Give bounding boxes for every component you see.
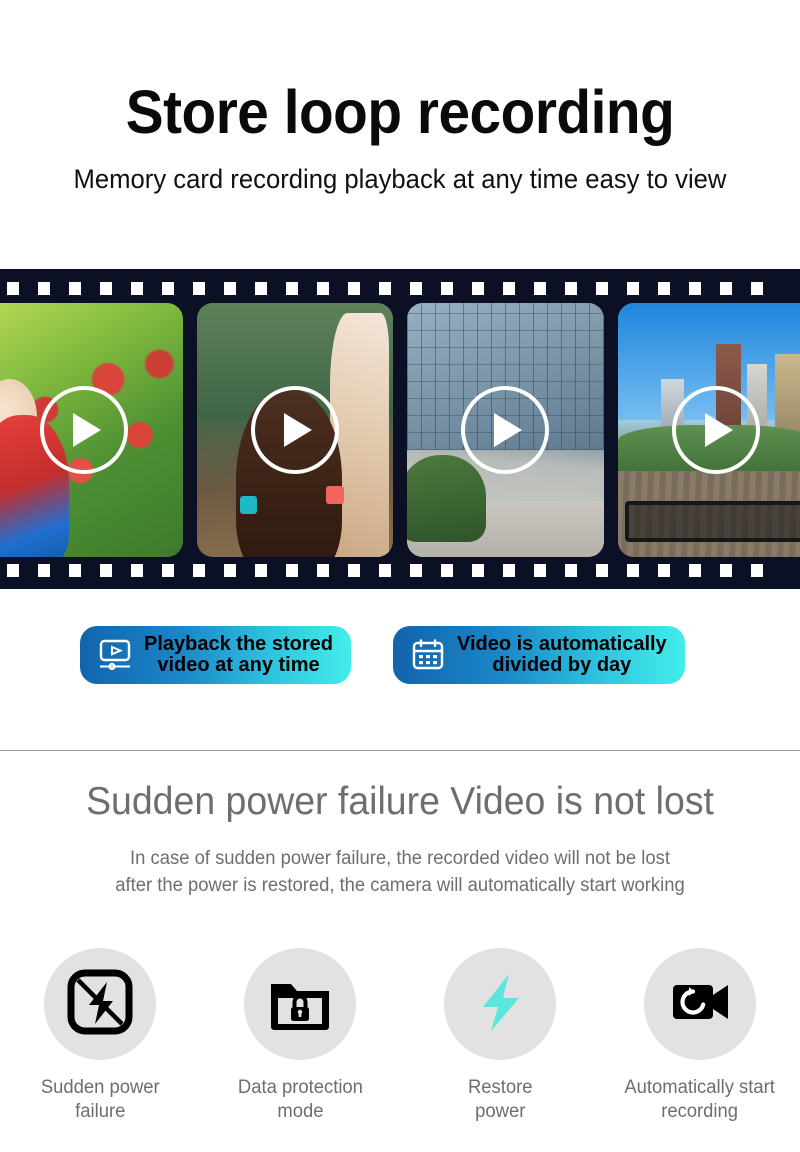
- sprocket-hole: [131, 563, 143, 577]
- feature-sudden-power-failure[interactable]: Sudden power failure: [0, 948, 200, 1124]
- sprocket-hole: [38, 281, 50, 295]
- filmstrip: [0, 269, 800, 589]
- sprocket-hole: [162, 281, 174, 295]
- video-thumbnail-1[interactable]: [0, 303, 183, 557]
- feature-automatically-start-recording[interactable]: Automatically start recording: [600, 948, 800, 1124]
- sprocket-hole: [348, 281, 360, 295]
- sprocket-hole: [565, 281, 577, 295]
- feature-label: Data protection mode: [237, 1077, 363, 1122]
- sprocket-hole: [441, 281, 453, 295]
- sprocket-hole: [286, 281, 298, 295]
- sprocket-hole: [224, 281, 236, 295]
- sprocket-hole: [751, 281, 763, 295]
- no-power-icon: [65, 967, 135, 1042]
- hair-tie-shape: [326, 485, 344, 504]
- sprocket-hole: [658, 281, 670, 295]
- sprocket-hole: [689, 563, 701, 577]
- sprocket-hole: [596, 563, 608, 577]
- hair-tie-shape: [239, 496, 258, 514]
- sprocket-hole: [162, 563, 174, 577]
- folder-lock-icon: [265, 967, 335, 1042]
- building-shape: [774, 353, 800, 436]
- sprocket-hole: [596, 281, 608, 295]
- shrub-shape: [407, 455, 486, 542]
- sprocket-hole: [410, 563, 422, 577]
- video-thumbnail-3[interactable]: [407, 303, 604, 557]
- sprocket-hole: [224, 563, 236, 577]
- sprocket-hole: [317, 563, 329, 577]
- sprocket-hole: [69, 563, 81, 577]
- play-icon[interactable]: [40, 386, 129, 474]
- icon-circle: [644, 948, 756, 1060]
- sprocket-row-top: [0, 276, 800, 300]
- sprocket-hole: [255, 281, 267, 295]
- sprocket-hole: [720, 281, 732, 295]
- sprocket-hole: [503, 563, 515, 577]
- sprocket-hole: [720, 563, 732, 577]
- sprocket-hole: [627, 563, 639, 577]
- sprocket-hole: [565, 563, 577, 577]
- feature-label: Restore power: [467, 1077, 533, 1122]
- sprocket-hole: [7, 563, 19, 577]
- sprocket-hole: [627, 281, 639, 295]
- page-subtitle: Memory card recording playback at any ti…: [73, 164, 727, 194]
- sprocket-hole: [503, 281, 515, 295]
- hero-section: Store loop recording Memory card recordi…: [0, 0, 800, 195]
- camera-restart-icon: [665, 967, 735, 1042]
- badge-label: Video is automatically divided by day: [456, 632, 667, 676]
- monitor-play-icon: [98, 639, 132, 671]
- play-icon[interactable]: [671, 386, 760, 474]
- feature-restore-power[interactable]: Restore power: [400, 948, 600, 1124]
- sprocket-hole: [7, 281, 19, 295]
- sprocket-hole: [751, 563, 763, 577]
- child-face-shape: [0, 379, 38, 456]
- sprocket-hole: [317, 281, 329, 295]
- feature-icon-row: Sudden power failure Data protection mod…: [0, 948, 800, 1124]
- feature-data-protection-mode[interactable]: Data protection mode: [200, 948, 400, 1124]
- sprocket-hole: [379, 563, 391, 577]
- sprocket-hole: [193, 563, 205, 577]
- railing-shape: [625, 501, 800, 542]
- sprocket-hole: [286, 563, 298, 577]
- sprocket-hole: [38, 563, 50, 577]
- icon-circle: [244, 948, 356, 1060]
- feature-badge-row: Playback the stored video at any time Vi…: [0, 626, 800, 684]
- calendar-icon: [411, 639, 445, 671]
- power-failure-section: Sudden power failure Video is not lost I…: [0, 780, 800, 900]
- video-thumbnail-2[interactable]: [196, 303, 393, 557]
- badge-auto-divided-by-day[interactable]: Video is automatically divided by day: [392, 626, 685, 684]
- feature-label: Automatically start recording: [624, 1077, 776, 1122]
- sprocket-hole: [69, 281, 81, 295]
- badge-label: Playback the stored video at any time: [144, 632, 333, 676]
- video-thumbnail-4[interactable]: [617, 303, 800, 557]
- sprocket-hole: [379, 281, 391, 295]
- video-thumbnail-row: [0, 303, 800, 557]
- sprocket-hole: [410, 281, 422, 295]
- sprocket-hole: [689, 281, 701, 295]
- play-icon[interactable]: [461, 386, 550, 474]
- sprocket-hole: [658, 563, 670, 577]
- sprocket-hole: [131, 281, 143, 295]
- feature-label: Sudden power failure: [40, 1077, 160, 1122]
- lightning-bolt-icon: [465, 967, 535, 1042]
- section-title: Sudden power failure Video is not lost: [86, 780, 714, 823]
- sprocket-hole: [441, 563, 453, 577]
- sprocket-hole: [193, 281, 205, 295]
- sprocket-hole: [100, 563, 112, 577]
- section-description: In case of sudden power failure, the rec…: [115, 847, 685, 897]
- sprocket-hole: [472, 563, 484, 577]
- badge-playback-stored-video[interactable]: Playback the stored video at any time: [80, 626, 351, 684]
- sprocket-hole: [534, 281, 546, 295]
- sprocket-hole: [100, 281, 112, 295]
- sprocket-row-bottom: [0, 558, 800, 582]
- icon-circle: [44, 948, 156, 1060]
- sprocket-hole: [472, 281, 484, 295]
- section-divider: [0, 750, 800, 751]
- page-title: Store loop recording: [125, 78, 675, 146]
- sprocket-hole: [255, 563, 267, 577]
- play-icon[interactable]: [250, 386, 339, 474]
- icon-circle: [444, 948, 556, 1060]
- sprocket-hole: [534, 563, 546, 577]
- sprocket-hole: [348, 563, 360, 577]
